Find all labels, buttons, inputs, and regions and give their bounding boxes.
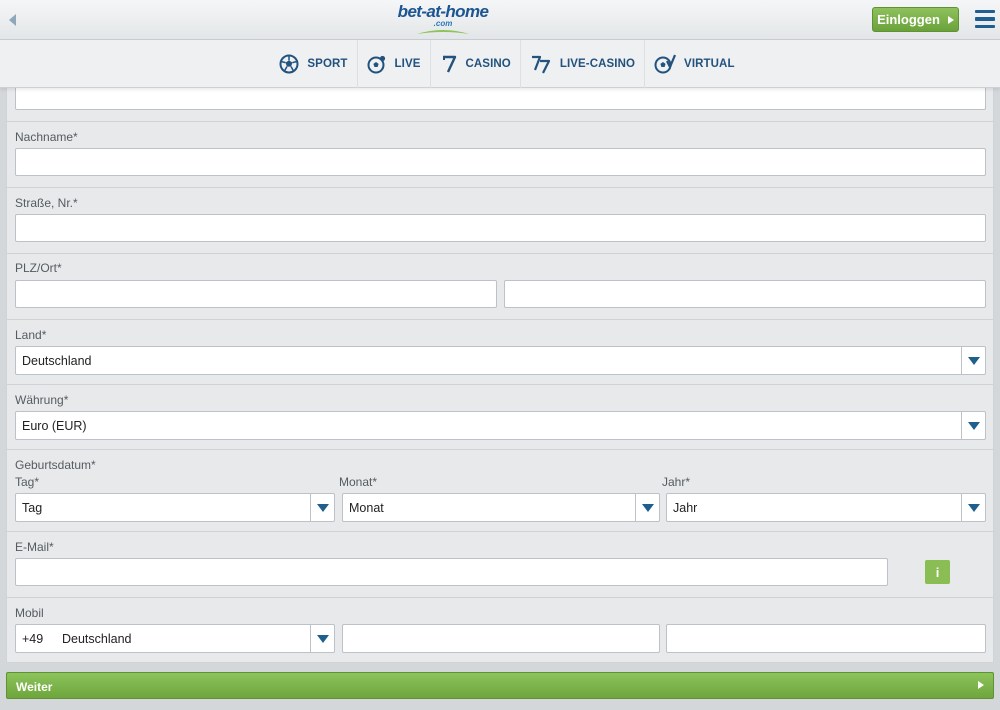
divider xyxy=(7,384,993,385)
monat-value: Monat xyxy=(349,501,384,515)
main-nav: SPORT LIVE CASINO LIVE-CASINO VIRTUAL xyxy=(0,40,1000,88)
nachname-field[interactable] xyxy=(15,148,986,176)
nav-item-casino[interactable]: CASINO xyxy=(429,40,520,88)
dropdown-caret xyxy=(310,494,334,521)
dropdown-caret xyxy=(961,347,985,374)
brand-logo[interactable]: bet-at-home .com xyxy=(397,3,489,37)
login-button[interactable]: Einloggen xyxy=(872,7,959,32)
chevron-down-icon xyxy=(316,634,329,643)
divider xyxy=(7,121,993,122)
registration-form: Nachname* Straße, Nr.* PLZ/Ort* Land* De… xyxy=(6,60,994,663)
play-arrow-icon xyxy=(978,681,984,689)
nav-label: LIVE-CASINO xyxy=(559,58,636,70)
nav-item-live-casino[interactable]: LIVE-CASINO xyxy=(519,40,644,88)
divider xyxy=(7,187,993,188)
jahr-label: Jahr* xyxy=(662,475,691,489)
country-name-value: Deutschland xyxy=(62,632,132,646)
seventy-seven-icon xyxy=(531,55,550,74)
login-button-label: Einloggen xyxy=(877,12,940,27)
info-icon[interactable]: i xyxy=(925,560,950,584)
soccer-ball-icon xyxy=(279,54,299,74)
divider xyxy=(7,319,993,320)
nav-label: CASINO xyxy=(465,58,511,70)
divider xyxy=(7,531,993,532)
waehrung-select[interactable]: Euro (EUR) xyxy=(15,411,986,440)
chevron-down-icon xyxy=(641,503,654,512)
waehrung-label: Währung* xyxy=(15,393,69,407)
nav-label: VIRTUAL xyxy=(684,58,735,70)
dropdown-caret xyxy=(961,494,985,521)
jahr-select[interactable]: Jahr xyxy=(666,493,986,522)
plz-ort-label: PLZ/Ort* xyxy=(15,261,62,275)
geburtsdatum-label: Geburtsdatum* xyxy=(15,458,96,472)
next-button-label: Weiter xyxy=(16,680,53,694)
chevron-down-icon xyxy=(967,356,980,365)
divider xyxy=(7,449,993,450)
nav-item-sport[interactable]: SPORT xyxy=(270,40,356,88)
country-code-select[interactable]: +49 Deutschland xyxy=(15,624,335,653)
mobile-number-field[interactable] xyxy=(666,624,986,653)
land-value: Deutschland xyxy=(22,354,92,368)
email-label: E-Mail* xyxy=(15,540,54,554)
nav-label: LIVE xyxy=(394,58,421,70)
next-button[interactable]: Weiter xyxy=(6,672,994,699)
plz-field[interactable] xyxy=(15,280,497,308)
nav-item-live[interactable]: LIVE xyxy=(356,40,430,88)
chevron-down-icon xyxy=(967,503,980,512)
ort-field[interactable] xyxy=(504,280,986,308)
back-arrow-icon[interactable] xyxy=(6,11,20,29)
email-field[interactable] xyxy=(15,558,888,586)
info-icon-glyph: i xyxy=(935,564,940,580)
top-bar: bet-at-home .com Einloggen xyxy=(0,0,1000,40)
mobile-prefix-field[interactable] xyxy=(342,624,660,653)
nav-label: SPORT xyxy=(307,58,348,70)
dropdown-caret xyxy=(635,494,659,521)
play-arrow-icon xyxy=(947,15,954,24)
land-label: Land* xyxy=(15,328,47,342)
hamburger-menu-icon[interactable] xyxy=(975,10,995,28)
divider xyxy=(7,597,993,598)
logo-subtext: .com xyxy=(433,19,453,28)
tag-value: Tag xyxy=(22,501,43,515)
jahr-value: Jahr xyxy=(673,501,698,515)
strasse-label: Straße, Nr.* xyxy=(15,196,78,210)
divider xyxy=(7,253,993,254)
monat-select[interactable]: Monat xyxy=(342,493,660,522)
dropdown-caret xyxy=(310,625,334,652)
monat-label: Monat* xyxy=(339,475,378,489)
virtual-ball-icon xyxy=(654,54,677,74)
seven-icon xyxy=(442,55,456,73)
nav-item-virtual[interactable]: VIRTUAL xyxy=(644,40,744,88)
logo-swoosh-icon xyxy=(417,30,469,34)
chevron-down-icon xyxy=(967,421,980,430)
land-select[interactable]: Deutschland xyxy=(15,346,986,375)
tag-label: Tag* xyxy=(15,475,40,489)
live-ball-icon xyxy=(367,55,385,74)
mobil-label: Mobil xyxy=(15,606,44,620)
country-code-value: +49 xyxy=(22,632,44,646)
dropdown-caret xyxy=(961,412,985,439)
tag-select[interactable]: Tag xyxy=(15,493,335,522)
nachname-label: Nachname* xyxy=(15,130,78,144)
strasse-field[interactable] xyxy=(15,214,986,242)
waehrung-value: Euro (EUR) xyxy=(22,419,87,433)
chevron-down-icon xyxy=(316,503,329,512)
